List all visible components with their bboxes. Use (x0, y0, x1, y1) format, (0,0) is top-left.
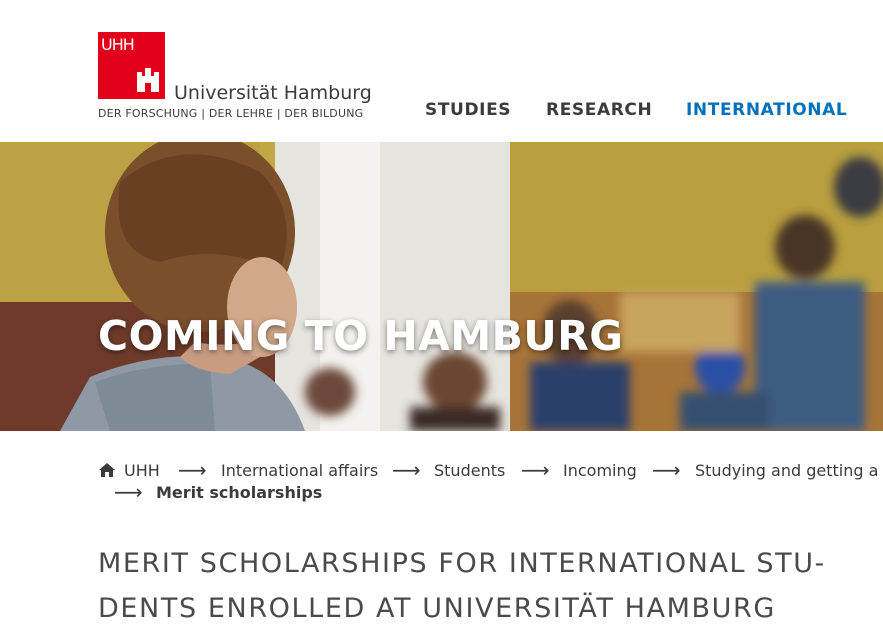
home-icon[interactable] (98, 462, 116, 478)
hero-title: COMING TO HAMBURG (98, 312, 624, 360)
arrow-right-icon: ⟶ (652, 458, 681, 482)
site-header: UHH Universität Hamburg DER FORSCHUNG | … (0, 0, 883, 142)
breadcrumb-current: Merit scholarships (156, 483, 323, 502)
hero-photo (0, 142, 883, 431)
uhh-logo[interactable]: UHH (98, 32, 165, 99)
arrow-right-icon: ⟶ (521, 458, 550, 482)
nav-research[interactable]: RESEARCH (546, 100, 652, 120)
breadcrumb-item-students[interactable]: Students (434, 461, 505, 480)
breadcrumb-item-international-affairs[interactable]: International affairs (221, 461, 378, 480)
hero-banner (0, 142, 883, 431)
logo-name: Universität Hamburg (174, 82, 372, 104)
logo-tagline: DER FORSCHUNG | DER LEHRE | DER BILDUNG (98, 107, 364, 120)
logo-abbr: UHH (101, 35, 135, 54)
breadcrumb-item-incoming[interactable]: Incoming (563, 461, 637, 480)
arrow-right-icon: ⟶ (178, 458, 207, 482)
page-title: MERIT SCHOLARSHIPS FOR INTERNATIONAL STU… (98, 548, 826, 624)
castle-icon (137, 68, 159, 92)
arrow-right-icon: ⟶ (114, 480, 143, 504)
breadcrumb-item-studying[interactable]: Studying and getting a d (695, 461, 883, 480)
nav-studies[interactable]: STUDIES (425, 100, 511, 120)
arrow-right-icon: ⟶ (392, 458, 421, 482)
nav-international[interactable]: INTERNATIONAL (686, 100, 847, 120)
breadcrumb-item-uhh[interactable]: UHH (124, 461, 160, 480)
